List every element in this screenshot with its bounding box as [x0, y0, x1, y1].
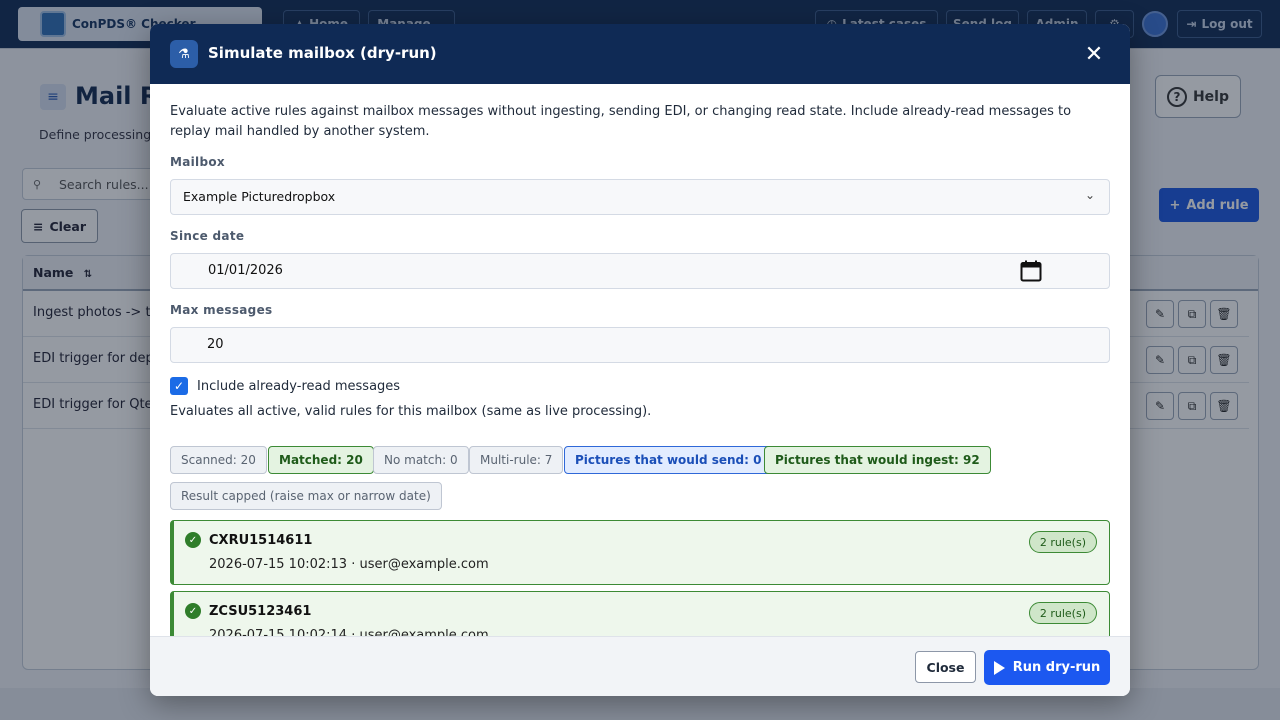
result-item[interactable]: ✓ CXRU1514611 2026-07-15 10:02:13 · user…: [170, 520, 1110, 585]
include-read-checkbox[interactable]: ✓: [170, 377, 188, 395]
dialog-body[interactable]: Evaluate active rules against mailbox me…: [150, 84, 1130, 636]
mailbox-label: Mailbox: [170, 155, 225, 169]
rule-count-badge: 2 rule(s): [1028, 531, 1097, 553]
result-capped-notice: Result capped (raise max or narrow date): [170, 482, 442, 510]
mailbox-value: Example Picturedropbox: [183, 189, 336, 204]
stat-would-ingest: Pictures that would ingest: 92: [764, 446, 991, 474]
result-meta: 2026-07-15 10:02:13 · user@example.com: [209, 557, 489, 572]
simulate-mailbox-dialog: ⚗ Simulate mailbox (dry-run) ✕ Evaluate …: [150, 24, 1130, 696]
run-dry-run-button[interactable]: Run dry-run: [984, 650, 1110, 685]
run-dry-run-label: Run dry-run: [1012, 660, 1101, 675]
since-date-label: Since date: [170, 229, 245, 243]
rule-count-badge: 2 rule(s): [1028, 602, 1097, 624]
dialog-header: ⚗ Simulate mailbox (dry-run) ✕: [150, 24, 1130, 84]
stat-multi-rule: Multi-rule: 7: [469, 446, 564, 474]
flask-icon: ⚗: [170, 40, 198, 68]
include-read-row[interactable]: ✓ Include already-read messages: [170, 377, 400, 395]
max-messages-value: 20: [207, 337, 224, 352]
mailbox-select[interactable]: Example Picturedropbox ⌄: [170, 179, 1110, 215]
stat-would-send: Pictures that would send: 0: [564, 446, 773, 474]
max-messages-label: Max messages: [170, 303, 273, 317]
result-container-id: ZCSU5123461: [209, 604, 312, 619]
check-circle-icon: ✓: [185, 532, 201, 548]
stat-scanned: Scanned: 20: [170, 446, 267, 474]
close-icon[interactable]: ✕: [1080, 40, 1108, 68]
dialog-footer: Close Run dry-run: [150, 636, 1130, 696]
since-date-value: 01/01/2026: [208, 263, 283, 278]
play-icon: [993, 660, 1005, 675]
dialog-title: Simulate mailbox (dry-run): [208, 44, 437, 62]
since-date-input[interactable]: 01/01/2026: [170, 253, 1110, 289]
max-messages-input[interactable]: 20: [170, 327, 1110, 363]
stat-matched: Matched: 20: [268, 446, 374, 474]
result-container-id: CXRU1514611: [209, 533, 313, 548]
result-meta: 2026-07-15 10:02:14 · user@example.com: [209, 628, 489, 636]
chevron-down-icon: ⌄: [1084, 188, 1095, 202]
include-read-label: Include already-read messages: [197, 378, 401, 394]
evaluation-note: Evaluates all active, valid rules for th…: [170, 404, 652, 419]
close-button[interactable]: Close: [915, 651, 976, 683]
stat-no-match: No match: 0: [373, 446, 469, 474]
calendar-icon[interactable]: [1019, 259, 1043, 283]
check-circle-icon: ✓: [185, 603, 201, 619]
result-item[interactable]: ✓ ZCSU5123461 2026-07-15 10:02:14 · user…: [170, 591, 1110, 636]
dialog-description: Evaluate active rules against mailbox me…: [170, 104, 1072, 139]
